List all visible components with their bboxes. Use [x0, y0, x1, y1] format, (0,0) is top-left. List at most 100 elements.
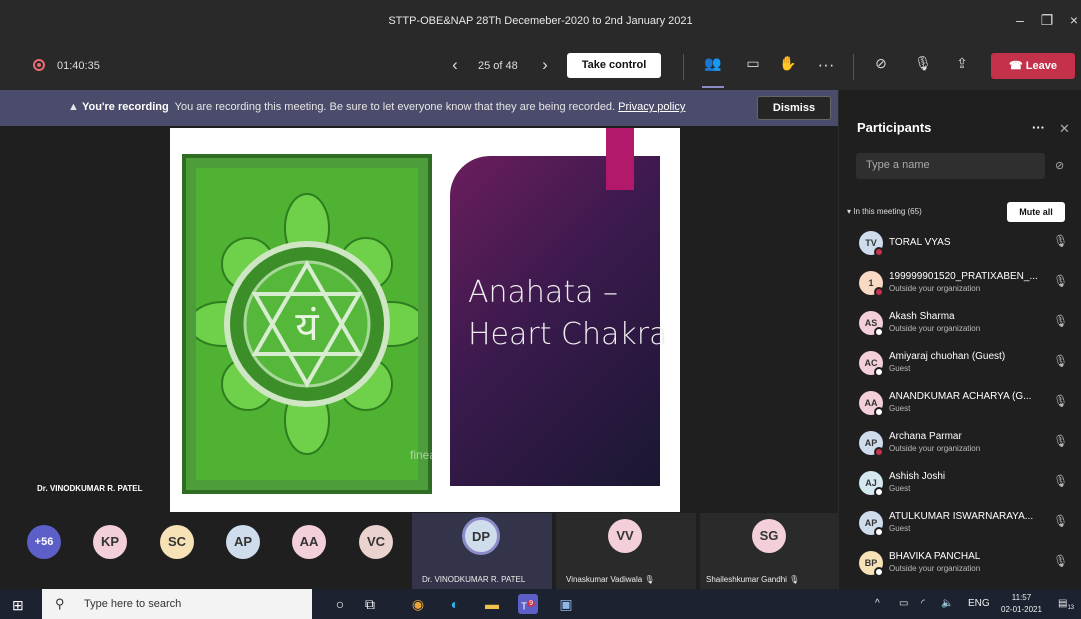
- close-icon[interactable]: ×: [1064, 12, 1081, 28]
- taskbar-search-placeholder: Type here to search: [84, 598, 182, 610]
- participant-row[interactable]: AP Archana Parmar Outside your organizat…: [839, 423, 1081, 463]
- mic-off-icon[interactable]: 🎙: [1053, 554, 1068, 568]
- camera-off-icon[interactable]: ⊘: [870, 55, 892, 72]
- next-slide-icon[interactable]: ›: [534, 55, 556, 75]
- share-tray-icon[interactable]: ⇪: [951, 55, 973, 72]
- windows-start-icon[interactable]: ⊞: [12, 597, 24, 614]
- warning-icon: ▲: [68, 101, 82, 113]
- participant-subtitle: Guest: [889, 364, 911, 373]
- participant-row[interactable]: 1 199999901520_PRATIXABEN_... Outside yo…: [839, 263, 1081, 303]
- participant-row[interactable]: TV TORAL VYAS 🎙: [839, 223, 1081, 263]
- in-meeting-label: In this meeting (65): [853, 207, 922, 216]
- participant-row[interactable]: AA ANANDKUMAR ACHARYA (G... Guest 🎙: [839, 383, 1081, 423]
- title-bar: STTP-OBE&NAP 28Th Decemeber-2020 to 2nd …: [0, 0, 1081, 46]
- status-dot: [874, 527, 884, 537]
- notification-icon[interactable]: ▤13: [1058, 598, 1074, 611]
- language-indicator[interactable]: ENG: [968, 598, 990, 609]
- participant-subtitle: Outside your organization: [889, 444, 981, 453]
- gallery-avatar[interactable]: AP: [226, 525, 260, 559]
- share-invite-icon[interactable]: ⊘: [1055, 159, 1064, 172]
- mic-off-icon[interactable]: 🎙: [1053, 314, 1068, 328]
- chat-icon[interactable]: ▭: [742, 55, 764, 72]
- mic-off-icon[interactable]: 🎙: [1053, 474, 1068, 488]
- chakra-image: यं: [182, 154, 432, 494]
- participant-subtitle: Guest: [889, 524, 911, 533]
- image-watermark: fineart: [410, 448, 444, 462]
- teams-badge: 9: [527, 600, 535, 607]
- edge-icon[interactable]: ◐: [445, 594, 465, 614]
- taskbar-search-input[interactable]: ⚲ Type here to search: [42, 589, 312, 619]
- participant-name: BHAVIKA PANCHAL: [889, 551, 981, 562]
- participant-row[interactable]: BP BHAVIKA PANCHAL Outside your organiza…: [839, 543, 1081, 583]
- participant-row[interactable]: AC Amiyaraj chuohan (Guest) Guest 🎙: [839, 343, 1081, 383]
- whiteboard-icon[interactable]: ▣: [556, 594, 576, 614]
- meeting-toolbar: 01:40:35 ‹ 25 of 48 › Take control 👥 ▭ ✋…: [0, 46, 1081, 90]
- gallery-avatar[interactable]: KP: [93, 525, 127, 559]
- participant-search-input[interactable]: Type a name: [856, 153, 1045, 179]
- overflow-participants[interactable]: +56: [27, 525, 61, 559]
- in-meeting-section[interactable]: ▾ In this meeting (65): [847, 207, 922, 216]
- chrome-icon[interactable]: ◉: [408, 594, 428, 614]
- participants-icon[interactable]: 👥: [702, 55, 724, 72]
- participants-panel: Participants ··· ✕ Type a name ⊘ ▾ In th…: [838, 90, 1081, 589]
- active-indicator: [702, 86, 724, 88]
- privacy-policy-link[interactable]: Privacy policy: [618, 101, 685, 113]
- video-tile[interactable]: VV Vinaskumar Vadiwala 🎙: [556, 513, 696, 589]
- participant-subtitle: Outside your organization: [889, 284, 981, 293]
- chevron-up-icon[interactable]: ^: [875, 598, 880, 609]
- take-control-button[interactable]: Take control: [567, 53, 661, 78]
- status-dot: [874, 407, 884, 417]
- clock-date: 02-01-2021: [1001, 605, 1042, 614]
- participant-row[interactable]: AP ATULKUMAR ISWARNARAYA... Guest 🎙: [839, 503, 1081, 543]
- tile-name: Shaileshkumar Gandhi 🎙: [706, 575, 799, 584]
- slide-title-line2: Heart Chakra: [468, 317, 668, 352]
- tile-name: Dr. VINODKUMAR R. PATEL: [422, 575, 526, 584]
- teams-icon[interactable]: T9: [518, 594, 538, 614]
- maximize-icon[interactable]: ❐: [1037, 12, 1057, 29]
- status-dot: [874, 567, 884, 577]
- more-actions-icon[interactable]: ···: [815, 55, 837, 75]
- status-dot: [874, 487, 884, 497]
- minimize-icon[interactable]: –: [1010, 12, 1030, 28]
- leave-button[interactable]: ☎ Leave: [991, 53, 1075, 79]
- dismiss-button[interactable]: Dismiss: [757, 96, 831, 120]
- gallery-avatar[interactable]: SC: [160, 525, 194, 559]
- volume-icon[interactable]: 🔈: [941, 598, 953, 609]
- file-explorer-icon[interactable]: ▬: [482, 594, 502, 614]
- toolbar-divider: [683, 54, 684, 80]
- participant-row[interactable]: AS Akash Sharma Outside your organizatio…: [839, 303, 1081, 343]
- status-dot: [874, 287, 884, 297]
- video-tile[interactable]: SG Shaileshkumar Gandhi 🎙: [700, 513, 838, 589]
- close-icon[interactable]: ✕: [1059, 121, 1070, 137]
- cortana-icon[interactable]: ○: [330, 594, 350, 614]
- participant-name: Ashish Joshi: [889, 471, 946, 482]
- video-tile[interactable]: DP Dr. VINODKUMAR R. PATEL: [412, 513, 552, 589]
- mic-off-icon[interactable]: 🎙: [1053, 274, 1068, 288]
- chakra-glyph: यं: [295, 304, 319, 350]
- tile-name: Vinaskumar Vadiwala 🎙: [566, 575, 655, 584]
- previous-slide-icon[interactable]: ‹: [444, 55, 466, 75]
- raise-hand-icon[interactable]: ✋: [777, 55, 799, 72]
- battery-icon[interactable]: ▭: [899, 598, 908, 609]
- task-view-icon[interactable]: ⧉: [360, 594, 380, 614]
- participant-subtitle: Outside your organization: [889, 564, 981, 573]
- participant-name: ATULKUMAR ISWARNARAYA...: [889, 511, 1034, 522]
- panel-title: Participants: [857, 120, 932, 135]
- mic-off-icon[interactable]: 🎙: [1053, 394, 1068, 408]
- wifi-icon[interactable]: ◜: [921, 598, 925, 609]
- mic-off-icon[interactable]: 🎙: [1053, 234, 1068, 248]
- mic-off-icon[interactable]: 🎙: [1053, 354, 1068, 368]
- mic-off-icon[interactable]: 🎙: [1053, 514, 1068, 528]
- gallery-avatar[interactable]: VC: [359, 525, 393, 559]
- mic-off-icon[interactable]: 🎙: [912, 55, 934, 72]
- heart-chakra-illustration: यं: [188, 193, 426, 455]
- leave-label: Leave: [1025, 60, 1057, 72]
- mic-off-icon: 🎙: [644, 575, 655, 584]
- mute-all-button[interactable]: Mute all: [1007, 202, 1065, 222]
- taskbar-clock[interactable]: 11:57 02-01-2021: [1001, 592, 1042, 616]
- mic-off-icon[interactable]: 🎙: [1053, 434, 1068, 448]
- chakra-image-inner: यं: [188, 168, 426, 480]
- gallery-avatar[interactable]: AA: [292, 525, 326, 559]
- more-options-icon[interactable]: ···: [1032, 120, 1045, 135]
- participant-row[interactable]: AJ Ashish Joshi Guest 🎙: [839, 463, 1081, 503]
